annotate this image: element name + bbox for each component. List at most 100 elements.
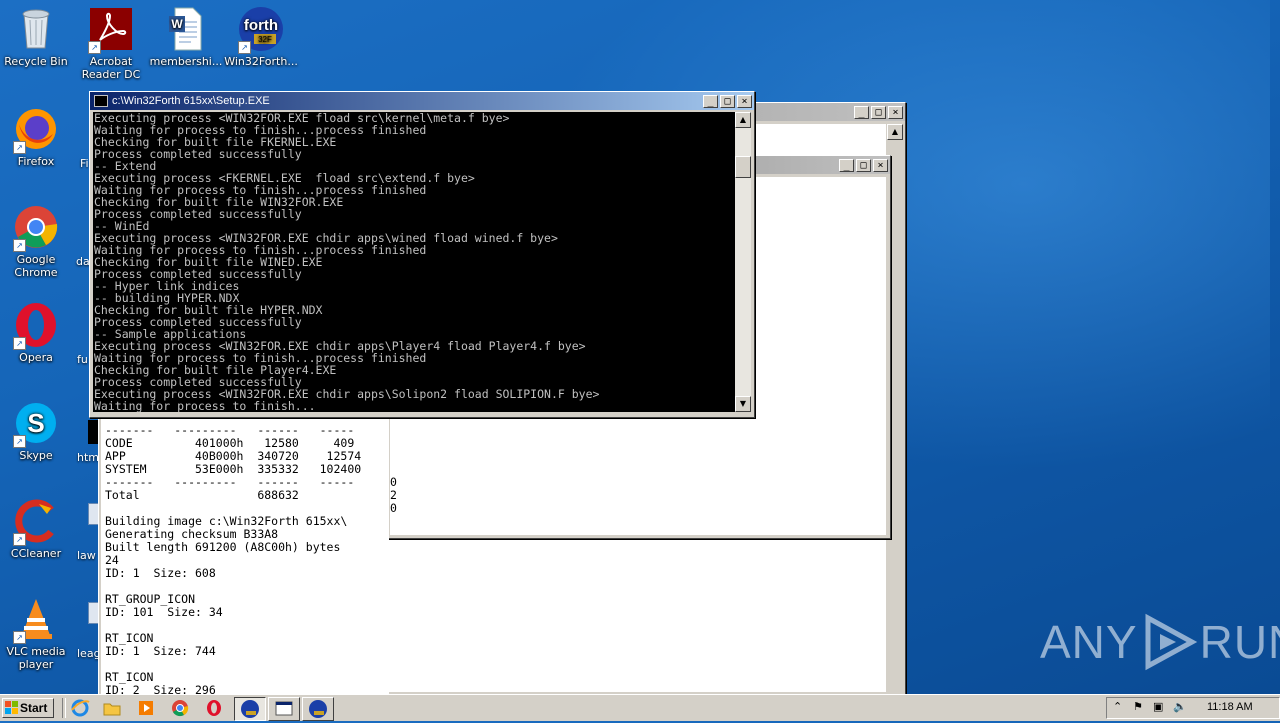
desktop-icon-acrobat[interactable]: ↗ Acrobat Reader DC — [71, 6, 151, 81]
desktop-icon-recycle-bin[interactable]: Recycle Bin — [0, 6, 76, 68]
console-line: Process completed successfully — [94, 147, 302, 161]
console-vertical-scrollbar[interactable]: ▲ ▼ — [735, 112, 751, 412]
desktop-icon-label: Opera — [19, 351, 53, 364]
desktop-icon-label-line2: player — [18, 658, 54, 671]
maximize-button[interactable]: □ — [856, 158, 871, 172]
right-fragments: 0 2 0 — [390, 475, 397, 515]
desktop-icon-label: Google — [16, 253, 56, 266]
minimize-button[interactable]: _ — [839, 158, 854, 172]
desktop-icon-label: Skype — [19, 449, 53, 462]
watermark-text-right: RUN — [1199, 616, 1280, 668]
svg-text:S: S — [27, 408, 44, 438]
build-output-lines: ------- --------- ------ ----- CODE 40100… — [101, 418, 389, 695]
maximize-button[interactable]: □ — [871, 105, 886, 119]
console-output[interactable]: Executing process <WIN32FOR.EXE fload sr… — [93, 112, 735, 412]
desktop-icon-firefox[interactable]: ↗ Firefox — [0, 106, 76, 168]
desktop-icon-label: VLC media — [6, 645, 66, 658]
shortcut-arrow-icon: ↗ — [238, 41, 251, 54]
scroll-down-button[interactable]: ▼ — [735, 396, 751, 412]
desktop-icon-label: Acrobat — [89, 55, 133, 68]
output-line: ID: 2 Size: 296 — [105, 683, 216, 695]
show-hidden-icons-icon[interactable]: ⌃ — [1113, 700, 1122, 713]
taskbar: Start ⌃ ⚑ ▣ 🔈 11:18 AM — [0, 694, 1280, 721]
scroll-up-button[interactable]: ▲ — [735, 112, 751, 128]
play-icon — [1145, 613, 1197, 671]
recycle-bin-icon — [13, 6, 59, 52]
output-line: ID: 101 Size: 34 — [105, 605, 223, 619]
shortcut-arrow-icon: ↗ — [13, 239, 26, 252]
skype-icon: S ↗ — [13, 400, 59, 448]
taskbar-forth-button[interactable] — [234, 697, 266, 721]
opera-icon: ↗ — [13, 302, 59, 350]
svg-text:W: W — [171, 17, 183, 31]
build-output-text: ------- --------- ------ ----- CODE 40100… — [101, 418, 389, 694]
desktop-icon-opera[interactable]: ↗ Opera — [0, 302, 76, 364]
desktop-icon-label-partial[interactable]: fu — [77, 353, 88, 366]
taskbar-console-button[interactable] — [268, 697, 300, 721]
output-line: Total 688632 — [105, 488, 299, 502]
desktop-icon-label-line2: Chrome — [14, 266, 58, 279]
output-line: ID: 1 Size: 608 — [105, 566, 216, 580]
vlc-icon: ↗ — [13, 596, 59, 644]
console-line: Waiting for process to finish... — [94, 399, 316, 412]
volume-icon[interactable]: 🔈 — [1173, 700, 1187, 713]
minimize-button[interactable]: _ — [703, 94, 718, 108]
clock[interactable]: 11:18 AM — [1207, 701, 1253, 713]
shortcut-arrow-icon: ↗ — [13, 337, 26, 350]
maximize-button[interactable]: □ — [720, 94, 735, 108]
desktop-icon-label: CCleaner — [10, 547, 62, 560]
close-button[interactable]: × — [737, 94, 752, 108]
chrome-icon: ↗ — [13, 204, 59, 252]
desktop-icon-win32forth[interactable]: forth 32F ↗ Win32Forth... — [221, 6, 301, 68]
ccleaner-icon: ↗ — [13, 498, 59, 546]
desktop-icon-label-partial[interactable]: Fi — [80, 157, 89, 170]
shortcut-arrow-icon: ↗ — [13, 533, 26, 546]
anyrun-watermark: ANY RUN — [1040, 612, 1280, 672]
scroll-thumb[interactable] — [735, 156, 751, 178]
desktop-icon-vlc[interactable]: ↗ VLC media player — [0, 596, 76, 671]
firefox-icon: ↗ — [13, 106, 59, 154]
start-label: Start — [20, 701, 48, 715]
shortcut-arrow-icon: ↗ — [88, 41, 101, 54]
close-button[interactable]: × — [888, 105, 903, 119]
desktop-icon-label-line2: Reader DC — [81, 68, 141, 81]
desktop-icon-ccleaner[interactable]: ↗ CCleaner — [0, 498, 76, 560]
close-button[interactable]: × — [873, 158, 888, 172]
window-title: c:\Win32Forth 615xx\Setup.EXE — [112, 95, 270, 107]
desktop-icon-label-partial[interactable]: leag — [77, 647, 101, 660]
ie-quicklaunch-icon[interactable] — [70, 698, 94, 718]
desktop-icon-skype[interactable]: S ↗ Skype — [0, 400, 76, 462]
start-button[interactable]: Start — [2, 698, 54, 718]
desktop-icon-label: membershi... — [149, 55, 223, 68]
network-icon[interactable]: ▣ — [1153, 700, 1163, 713]
shortcut-arrow-icon: ↗ — [13, 631, 26, 644]
desktop-icon-label: Firefox — [17, 155, 55, 168]
forth-icon-text: forth — [244, 17, 278, 34]
console-lines: Executing process <WIN32FOR.EXE fload sr… — [93, 112, 735, 412]
title-bar[interactable]: c:\Win32Forth 615xx\Setup.EXE _ □ × — [90, 92, 754, 110]
forth-icon: forth 32F ↗ — [238, 6, 284, 54]
chrome-quicklaunch-icon[interactable] — [170, 698, 194, 718]
shortcut-arrow-icon: ↗ — [13, 141, 26, 154]
forth-icon-subtext: 32F — [258, 35, 272, 44]
media-player-quicklaunch-icon[interactable] — [136, 698, 160, 718]
opera-quicklaunch-icon[interactable] — [204, 698, 228, 718]
action-center-flag-icon[interactable]: ⚑ — [1133, 700, 1143, 713]
desktop-icon-label: Recycle Bin — [4, 55, 68, 68]
taskbar-separator — [62, 698, 66, 718]
desktop-icon-label: Win32Forth... — [224, 55, 298, 68]
desktop-icon-label-partial[interactable]: law — [77, 549, 96, 562]
word-document-icon: W — [163, 6, 209, 52]
scroll-up-button[interactable]: ▲ — [887, 124, 903, 140]
acrobat-icon: ↗ — [88, 6, 134, 54]
desktop-icon-label-partial[interactable]: da — [76, 255, 90, 268]
desktop-icon-membership-doc[interactable]: W membershi... — [146, 6, 226, 68]
output-line: Built length 691200 (A8C00h) bytes — [105, 540, 341, 554]
desktop-icon-chrome[interactable]: ↗ Google Chrome — [0, 204, 76, 279]
console-icon — [94, 95, 108, 107]
system-tray: ⌃ ⚑ ▣ 🔈 11:18 AM — [1106, 697, 1280, 719]
console-line: Process completed successfully — [94, 207, 302, 221]
minimize-button[interactable]: _ — [854, 105, 869, 119]
taskbar-forth-button-2[interactable] — [302, 697, 334, 721]
explorer-quicklaunch-icon[interactable] — [102, 698, 126, 718]
